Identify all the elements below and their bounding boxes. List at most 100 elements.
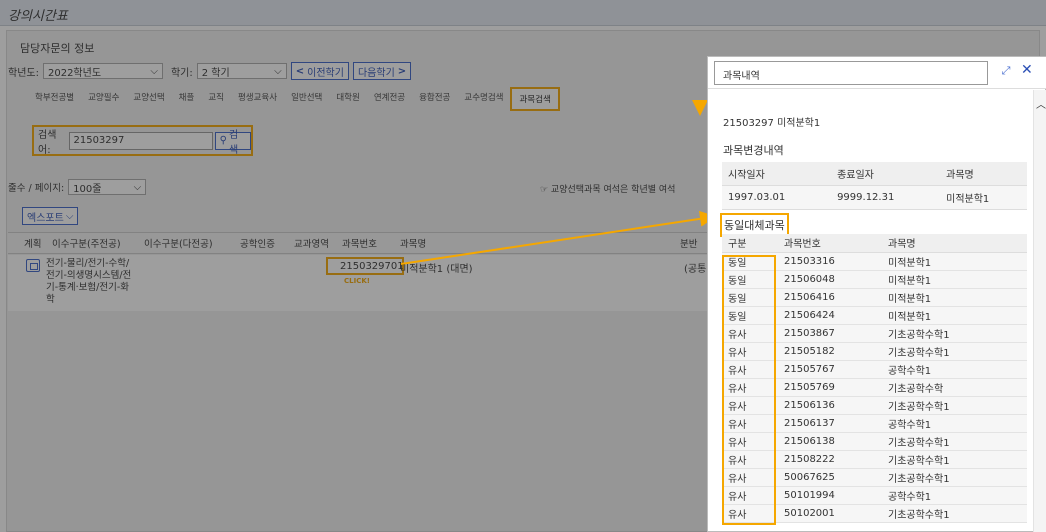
search-area: 검색어: 21503297 ⚲ 검색 xyxy=(32,125,253,156)
next-semester-button[interactable]: 다음학기 > xyxy=(352,62,412,80)
col-section: 분반 xyxy=(680,239,698,250)
search-input[interactable]: 21503297 xyxy=(69,131,213,150)
cell-major: 전기-물리/전기-수학/전기-의생명시스템/전기-통계·보험/전기-화학 xyxy=(46,258,132,305)
chevron-left-icon: < xyxy=(295,65,305,77)
sub-type-cell: 동일 xyxy=(722,288,778,307)
change-start-date: 1997.03.01 xyxy=(722,185,832,210)
chevron-down-icon: ⌵ xyxy=(65,210,74,222)
course-detail-popup: 과목내역 ⤢ ✕ 21503297 미적분학1 과목변경내역 시작일자 종료일자… xyxy=(707,56,1046,532)
sub-type-cell: 동일 xyxy=(722,270,778,289)
col-area: 교과영역 xyxy=(294,239,329,250)
sub-type-cell: 유사 xyxy=(722,342,778,361)
sub-col-type: 구분 xyxy=(722,234,778,253)
chevron-down-icon: ⌵ xyxy=(133,181,142,193)
change-col-start: 시작일자 xyxy=(722,162,832,186)
sub-code-cell: 21503867 xyxy=(778,324,882,343)
sub-code-cell: 50102001 xyxy=(778,504,882,523)
col-type-main: 이수구분(주전공) xyxy=(52,239,121,250)
tab-liberal-required[interactable]: 교양필수 xyxy=(81,87,126,111)
popup-scrollbar[interactable]: ︿ xyxy=(1033,90,1046,532)
search-button[interactable]: ⚲ 검색 xyxy=(214,130,251,156)
table-row: 동일 21506048 미적분학1 xyxy=(722,270,1027,289)
tab-convergence-major[interactable]: 융합전공 xyxy=(412,87,457,111)
year-label: 학년도: xyxy=(8,67,39,79)
per-page-select[interactable]: 100줄 ⌵ xyxy=(68,179,147,195)
sub-code-cell: 21506138 xyxy=(778,432,882,451)
table-row: 동일 21503316 미적분학1 xyxy=(722,252,1027,271)
sub-type-cell: 유사 xyxy=(722,396,778,415)
tab-chapel[interactable]: 채플 xyxy=(172,87,202,111)
semester-select[interactable]: 2 학기 ⌵ xyxy=(196,63,287,79)
tab-teaching[interactable]: 교직 xyxy=(201,87,231,111)
window-titlebar: 강의시간표 xyxy=(0,0,1046,26)
sub-code-cell: 21508222 xyxy=(778,450,882,469)
tab-graduate[interactable]: 대학원 xyxy=(329,87,366,111)
sub-type-cell: 유사 xyxy=(722,324,778,343)
sub-type-cell: 유사 xyxy=(722,414,778,433)
sub-name-cell: 기초공학수학1 xyxy=(882,324,1027,343)
prev-semester-button[interactable]: < 이전학기 xyxy=(290,62,349,80)
sub-name-cell: 미적분학1 xyxy=(882,270,1027,289)
sub-code-cell: 21506416 xyxy=(778,288,882,307)
sub-type-cell: 유사 xyxy=(722,486,778,505)
table-row: 유사 21506137 공학수학1 xyxy=(722,414,1027,433)
export-button[interactable]: 엑스포트 ⌵ xyxy=(22,207,79,225)
sub-type-cell: 유사 xyxy=(722,360,778,379)
tab-linked-major[interactable]: 연계전공 xyxy=(367,87,412,111)
plan-icon[interactable] xyxy=(26,259,40,272)
sub-col-name: 과목명 xyxy=(882,234,1027,253)
sub-name-cell: 기초공학수학1 xyxy=(882,432,1027,451)
sub-name-cell: 기초공학수학1 xyxy=(882,504,1027,523)
sub-name-cell: 공학수학1 xyxy=(882,414,1027,433)
sub-type-cell: 동일 xyxy=(722,252,778,271)
tab-general-elective[interactable]: 일반선택 xyxy=(284,87,329,111)
expand-icon[interactable]: ⤢ xyxy=(1000,65,1012,77)
change-col-name: 과목명 xyxy=(940,162,1027,186)
tab-major[interactable]: 학부전공별 xyxy=(28,87,81,111)
export-label: 엑스포트 xyxy=(27,212,64,224)
table-row: 유사 21506136 기초공학수학1 xyxy=(722,396,1027,415)
click-annotation: CLICK! xyxy=(344,277,370,285)
sub-code-cell: 21503316 xyxy=(778,252,882,271)
popup-header: 과목내역 ⤢ ✕ xyxy=(708,57,1046,89)
per-page-value: 100줄 xyxy=(73,183,102,195)
close-icon[interactable]: ✕ xyxy=(1021,63,1033,77)
sub-name-cell: 미적분학1 xyxy=(882,252,1027,271)
sub-name-cell: 미적분학1 xyxy=(882,288,1027,307)
tab-liberal-elective[interactable]: 교양선택 xyxy=(126,87,171,111)
sub-code-cell: 21505769 xyxy=(778,378,882,397)
tab-course-search[interactable]: 과목검색 xyxy=(510,87,560,111)
popup-body: 21503297 미적분학1 과목변경내역 시작일자 종료일자 과목명 1997… xyxy=(708,90,1033,532)
sub-type-cell: 동일 xyxy=(722,306,778,325)
table-row: 유사 50102001 기초공학수학1 xyxy=(722,504,1027,523)
table-row: 유사 50067625 기초공학수학1 xyxy=(722,468,1027,487)
sub-code-cell: 21506136 xyxy=(778,396,882,415)
notice-text: ☞ 교양선택과목 여석은 학년별 여석 xyxy=(540,185,676,195)
sub-code-cell: 50067625 xyxy=(778,468,882,487)
table-row: 유사 21503867 기초공학수학1 xyxy=(722,324,1027,343)
sub-name-cell: 미적분학1 xyxy=(882,306,1027,325)
sub-code-cell: 50101994 xyxy=(778,486,882,505)
chevron-down-icon: ⌵ xyxy=(150,65,158,77)
sub-code-cell: 21505182 xyxy=(778,342,882,361)
sub-type-cell: 유사 xyxy=(722,504,778,523)
search-label: 검색어: xyxy=(38,129,57,156)
chevron-right-icon: > xyxy=(397,65,407,77)
chevron-up-icon[interactable]: ︿ xyxy=(1036,96,1046,111)
sub-name-cell: 공학수학1 xyxy=(882,360,1027,379)
sub-name-cell: 기초공학수학1 xyxy=(882,342,1027,361)
sub-code-cell: 21506137 xyxy=(778,414,882,433)
section-title: 담당자문의 정보 xyxy=(20,42,95,55)
col-course-code: 과목번호 xyxy=(342,239,377,250)
col-plan: 계획 xyxy=(24,239,42,250)
year-select[interactable]: 2022학년도 ⌵ xyxy=(42,63,163,79)
table-row: 유사 21508222 기초공학수학1 xyxy=(722,450,1027,469)
prev-semester-label: 이전학기 xyxy=(307,67,344,79)
table-row: 동일 21506424 미적분학1 xyxy=(722,306,1027,325)
sub-type-cell: 유사 xyxy=(722,468,778,487)
sub-name-cell: 기초공학수학1 xyxy=(882,468,1027,487)
course-code-link[interactable]: 2150329701 xyxy=(326,257,404,275)
tab-lifelong[interactable]: 평생교육사 xyxy=(231,87,284,111)
col-type-multi: 이수구분(다전공) xyxy=(144,239,213,250)
tab-professor-search[interactable]: 교수명검색 xyxy=(457,87,510,111)
